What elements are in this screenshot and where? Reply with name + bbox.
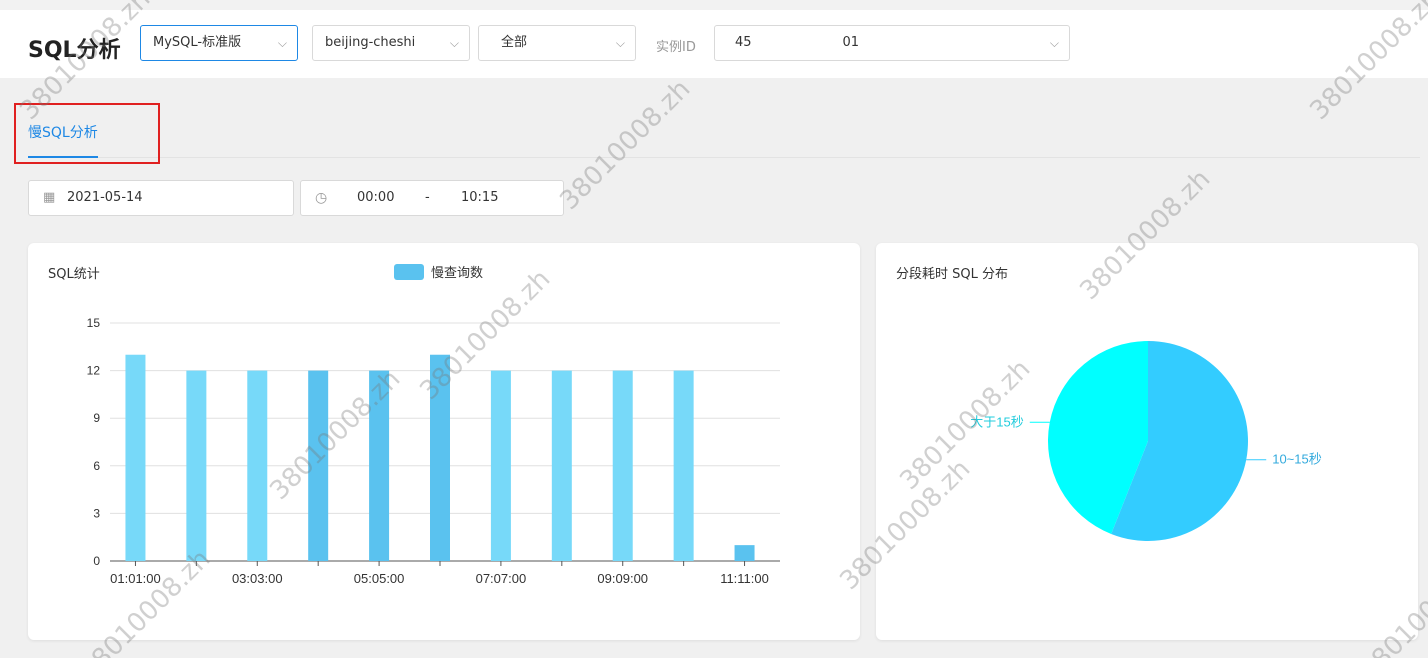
- y-tick-label: 15: [87, 316, 101, 330]
- bar: [125, 354, 146, 561]
- bar: [734, 545, 755, 561]
- calendar-icon: ▦: [43, 190, 56, 205]
- highlight-box: [14, 103, 160, 164]
- legend-label: 慢查询数: [431, 265, 483, 280]
- x-tick-label: 07:07:00: [476, 571, 527, 586]
- clock-icon: ◷: [315, 190, 328, 206]
- top-bar: SQL分析 MySQL-标准版 ⌵ beijing-cheshi ⌵ 全部 ⌵ …: [0, 0, 1428, 78]
- x-tick-label: 03:03:00: [232, 571, 283, 586]
- y-tick-label: 0: [93, 554, 100, 568]
- engine-select[interactable]: MySQL-标准版 ⌵: [140, 25, 298, 61]
- bar: [247, 370, 268, 561]
- instance-select-value: 45 01: [735, 35, 859, 50]
- bar: [673, 370, 694, 561]
- bar-chart: 0 3 6 9 12 15 01:01:00 03:03:00 05:05:00 07:07:00…: [87, 264, 780, 586]
- time-separator: -: [425, 190, 430, 205]
- bar: [369, 370, 390, 561]
- sql-distribution-card: 分段耗时 SQL 分布 10~15秒 大于15秒: [876, 243, 1418, 640]
- scope-select-value: 全部: [501, 35, 528, 50]
- y-tick-label: 6: [93, 459, 100, 473]
- bar: [430, 354, 450, 561]
- chevron-down-icon: ⌵: [449, 36, 459, 50]
- chevron-down-icon: ⌵: [615, 36, 625, 50]
- legend-swatch: [394, 264, 424, 280]
- chevron-down-icon: ⌵: [277, 36, 287, 50]
- bar: [186, 370, 207, 561]
- x-tick-label: 09:09:00: [597, 571, 648, 586]
- instance-select[interactable]: 45 01 ⌵: [714, 25, 1070, 61]
- pie-label: 大于15秒: [970, 414, 1023, 429]
- tab-bar: 慢SQL分析: [28, 110, 1420, 158]
- bar: [551, 370, 572, 561]
- engine-select-value: MySQL-标准版: [153, 35, 242, 50]
- time-start: 00:00: [357, 190, 395, 205]
- x-tick-label: 11:11:00: [720, 571, 769, 586]
- bar: [490, 370, 511, 561]
- scope-select[interactable]: 全部 ⌵: [478, 25, 636, 61]
- x-tick-label: 05:05:00: [354, 571, 405, 586]
- sql-stats-card: SQL统计 0 3 6 9 12 15 01:01:00 03:03:00 05:05:00 07…: [28, 243, 860, 640]
- time-end: 10:15: [461, 190, 499, 205]
- bar: [612, 370, 633, 561]
- page-title: SQL分析: [28, 38, 121, 63]
- y-tick-label: 9: [93, 411, 100, 425]
- y-tick-label: 12: [87, 364, 101, 378]
- pie-label: 10~15秒: [1272, 452, 1322, 467]
- x-tick-label: 01:01:00: [110, 571, 161, 586]
- y-tick-label: 3: [93, 506, 100, 520]
- instance-id-label: 实例ID: [656, 40, 696, 55]
- pie-chart: 10~15秒 大于15秒: [970, 341, 1322, 541]
- date-picker[interactable]: ▦ 2021-05-14: [28, 180, 294, 216]
- time-range-picker[interactable]: ◷ 00:00 - 10:15: [300, 180, 564, 216]
- region-select[interactable]: beijing-cheshi ⌵: [312, 25, 470, 61]
- date-value: 2021-05-14: [67, 190, 143, 205]
- chevron-down-icon: ⌵: [1049, 36, 1059, 50]
- bar: [308, 370, 329, 561]
- region-select-value: beijing-cheshi: [325, 35, 416, 50]
